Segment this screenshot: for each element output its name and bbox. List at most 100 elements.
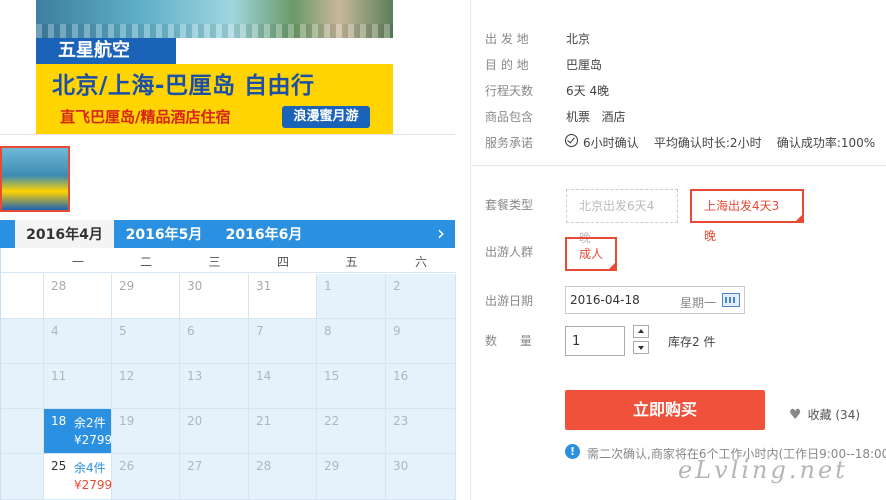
- day-number: 8: [324, 324, 332, 338]
- departure-value: 北京: [566, 32, 591, 46]
- calendar-day-cell: 27: [180, 454, 249, 500]
- banner-badge: 五星航空: [36, 38, 176, 64]
- day-number: 23: [393, 414, 409, 428]
- day-number: 27: [187, 459, 203, 473]
- calendar-day-cell: 28: [44, 274, 112, 319]
- day-number: 12: [119, 369, 135, 383]
- calendar-day-cell: 1: [317, 274, 386, 319]
- calendar-day-cell: 30: [386, 454, 456, 500]
- calendar-day-cell: 19: [112, 409, 180, 454]
- calendar-day-cell: 14: [249, 364, 317, 409]
- destination-value: 巴厘岛: [566, 58, 603, 72]
- tab-month-may[interactable]: 2016年5月: [114, 220, 214, 248]
- date-picker[interactable]: 2016-04-18 星期一: [565, 286, 745, 314]
- day-number: 1: [324, 279, 332, 293]
- day-number: 28: [256, 459, 272, 473]
- weekday-label: 六: [414, 255, 427, 269]
- calendar-day-cell: 13: [180, 364, 249, 409]
- calendar-day-cell: 29: [317, 454, 386, 500]
- calendar-day-cell: 22: [317, 409, 386, 454]
- day-number: 31: [256, 279, 272, 293]
- weekday-value: 星期一: [680, 296, 717, 310]
- day-number: 21: [256, 414, 272, 428]
- calendar-day-cell: 7: [249, 319, 317, 364]
- day-number: 29: [119, 279, 135, 293]
- calendar-day-cell: 23: [386, 409, 456, 454]
- date-value: 2016-04-18: [570, 293, 640, 307]
- includes-value: 机票 酒店: [566, 110, 626, 124]
- weekday-label: 五: [345, 255, 358, 269]
- day-number: 26: [119, 459, 135, 473]
- chevron-right-icon[interactable]: ›: [437, 222, 445, 244]
- package-option-shanghai[interactable]: 上海出发4天3晚 ✓: [690, 189, 804, 243]
- day-number: 15: [324, 369, 340, 383]
- day-number: 28: [51, 279, 67, 293]
- divider: [470, 0, 471, 500]
- calendar-day-cell: 12: [112, 364, 180, 409]
- calendar-day-cell: 6: [180, 319, 249, 364]
- check-icon: ✓: [795, 213, 802, 222]
- calendar-day-cell[interactable]: 18 余2件 ¥2799: [44, 409, 112, 454]
- calendar-day-cell[interactable]: 25 余4件 ¥2799: [44, 454, 112, 500]
- tab-month-june[interactable]: 2016年6月: [214, 220, 314, 248]
- calendar-day-cell: 16: [386, 364, 456, 409]
- calendar-day-cell: 11: [44, 364, 112, 409]
- watermark: eLvling.net: [678, 456, 848, 484]
- day-number: 16: [393, 369, 409, 383]
- weekday-label: 一: [71, 255, 84, 269]
- favorite-button[interactable]: ♥ 收藏 (34): [789, 406, 860, 423]
- day-number: 29: [324, 459, 340, 473]
- calendar-day-cell: 8: [317, 319, 386, 364]
- includes-label: 商品包含: [485, 110, 534, 124]
- day-number: 18: [51, 414, 67, 428]
- quantity-decrease-button[interactable]: [633, 341, 649, 354]
- check-icon: ✓: [608, 261, 615, 270]
- group-option-label: 成人: [579, 247, 604, 261]
- calendar-day-cell: 2: [386, 274, 456, 319]
- calendar-day-cell: 28: [249, 454, 317, 500]
- buy-now-button[interactable]: 立即购买: [565, 390, 765, 430]
- group-label: 出游人群: [485, 245, 534, 259]
- weekday-label: 三: [208, 255, 221, 269]
- day-number: 19: [119, 414, 135, 428]
- days-label: 行程天数: [485, 84, 534, 98]
- promise-label: 服务承诺: [485, 136, 534, 150]
- weekday-label: 二: [139, 255, 152, 269]
- gallery-thumbnail[interactable]: [0, 146, 70, 212]
- group-option-adult[interactable]: 成人 ✓: [565, 237, 617, 271]
- date-label: 出游日期: [485, 294, 534, 308]
- package-label: 套餐类型: [485, 198, 534, 212]
- banner-subtitle: 直飞巴厘岛/精品酒店住宿: [60, 108, 231, 126]
- calendar-day-cell: [1, 274, 44, 319]
- calendar-day-cell: [1, 454, 44, 500]
- weekday-header: 日一二三四五六: [1, 248, 456, 273]
- day-number: 5: [119, 324, 127, 338]
- tab-month-april[interactable]: 2016年4月: [15, 220, 114, 248]
- day-stock: 余2件: [74, 416, 106, 430]
- calendar-day-cell: [1, 364, 44, 409]
- day-number: 11: [51, 369, 67, 383]
- day-number: 14: [256, 369, 272, 383]
- calendar-month-tabs: 2016年4月 2016年5月 2016年6月 ›: [0, 220, 455, 248]
- calendar-day-cell: [1, 409, 44, 454]
- day-price: ¥2799: [74, 478, 113, 492]
- favorite-label: 收藏 (34): [807, 408, 861, 422]
- banner-photo: [36, 0, 393, 38]
- calendar-day-cell: 15: [317, 364, 386, 409]
- quantity-input[interactable]: [565, 326, 625, 356]
- day-number: 4: [51, 324, 59, 338]
- calendar-icon[interactable]: [722, 293, 740, 307]
- day-number: 30: [187, 279, 203, 293]
- departure-label: 出 发 地: [485, 32, 529, 46]
- calendar-day-cell: 9: [386, 319, 456, 364]
- package-option-beijing[interactable]: 北京出发6天4晚: [566, 189, 678, 245]
- banner-tag: 浪漫蜜月游: [282, 106, 370, 128]
- quantity-increase-button[interactable]: [633, 325, 649, 338]
- divider: [470, 165, 886, 166]
- quantity-label: 数 量: [485, 334, 532, 348]
- day-number: 25: [51, 459, 67, 473]
- heart-icon: ♥: [789, 407, 802, 423]
- calendar-day-cell: 4: [44, 319, 112, 364]
- day-number: 9: [393, 324, 401, 338]
- weekday-label: 四: [276, 255, 289, 269]
